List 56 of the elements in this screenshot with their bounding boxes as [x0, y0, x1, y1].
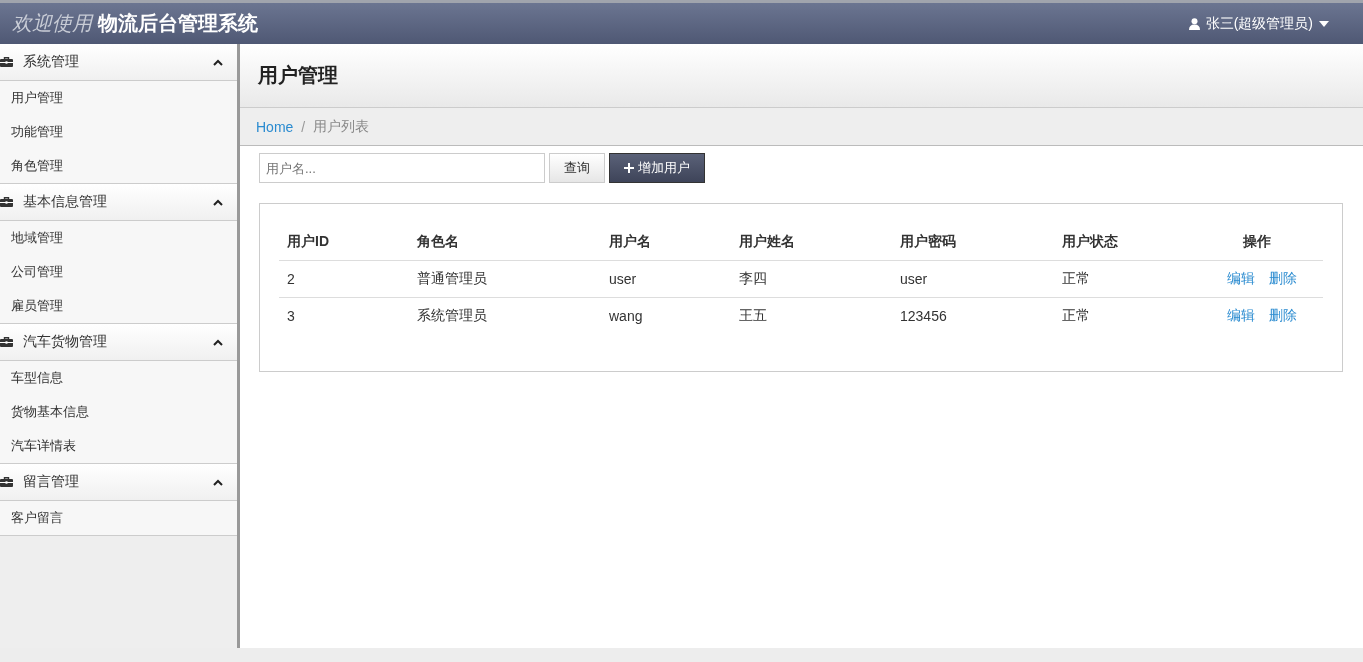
action-link[interactable]: 删除	[1269, 270, 1297, 286]
action-link[interactable]: 编辑	[1227, 270, 1255, 286]
table-cell: user	[609, 271, 637, 287]
sidebar-group-header[interactable]: 汽车货物管理	[0, 324, 237, 361]
column-header: 用户姓名	[731, 224, 892, 261]
search-field[interactable]: 用户名...	[259, 153, 545, 183]
table-cell: 普通管理员	[417, 270, 487, 286]
caret-icon	[1319, 20, 1329, 27]
sidebar-item[interactable]: 雇员管理	[0, 289, 237, 323]
table-cell: 123456	[900, 308, 947, 324]
column-header: 用户名	[601, 224, 731, 261]
briefcase-icon	[0, 337, 13, 347]
column-header: 用户ID	[279, 224, 409, 261]
table-cell: 3	[287, 308, 295, 324]
sidebar-item[interactable]: 汽车详情表	[0, 429, 237, 463]
table-cell: 王五	[739, 307, 767, 323]
column-header: 用户状态	[1054, 224, 1190, 261]
chevron-up-icon	[213, 478, 223, 486]
column-header: 操作	[1190, 224, 1323, 261]
add-user-button[interactable]: 增加用户	[609, 153, 705, 183]
breadcrumb-separator: /	[301, 118, 306, 135]
table-cell: 李四	[739, 270, 767, 286]
chevron-up-icon	[213, 198, 223, 206]
query-button[interactable]: 查询	[549, 153, 605, 183]
briefcase-icon	[0, 477, 13, 487]
column-header: 角色名	[409, 224, 601, 261]
chevron-up-icon	[213, 58, 223, 66]
sidebar-item[interactable]: 公司管理	[0, 255, 237, 289]
sidebar-group-header[interactable]: 基本信息管理	[0, 184, 237, 221]
sidebar-item[interactable]: 车型信息	[0, 361, 237, 395]
sidebar-item[interactable]: 货物基本信息	[0, 395, 237, 429]
sidebar-item[interactable]: 客户留言	[0, 501, 237, 535]
user-icon	[1188, 17, 1200, 30]
sidebar-group-header[interactable]: 系统管理	[0, 44, 237, 81]
table-cell: 正常	[1062, 270, 1090, 286]
breadcrumb-current: 用户列表	[313, 117, 370, 136]
table-cell: wang	[609, 308, 643, 324]
app-title: 欢迎使用 物流后台管理系统	[12, 11, 258, 36]
table-cell: 系统管理员	[417, 307, 487, 323]
user-menu[interactable]: 张三(超级管理员)	[1188, 14, 1351, 33]
sidebar-item[interactable]: 功能管理	[0, 115, 237, 149]
chevron-up-icon	[213, 338, 223, 346]
briefcase-icon	[0, 57, 13, 67]
action-link[interactable]: 编辑	[1227, 307, 1255, 323]
sidebar-item[interactable]: 地域管理	[0, 221, 237, 255]
briefcase-icon	[0, 197, 13, 207]
table-cell: 2	[287, 271, 295, 287]
column-header: 用户密码	[892, 224, 1054, 261]
sidebar-item[interactable]: 角色管理	[0, 149, 237, 183]
plus-icon	[624, 163, 634, 173]
table-cell: 正常	[1062, 307, 1090, 323]
sidebar-group-header[interactable]: 留言管理	[0, 464, 237, 501]
table-cell: user	[900, 271, 928, 287]
page-title: 用户管理	[258, 63, 338, 88]
sidebar-item[interactable]: 用户管理	[0, 81, 237, 115]
action-link[interactable]: 删除	[1269, 307, 1297, 323]
